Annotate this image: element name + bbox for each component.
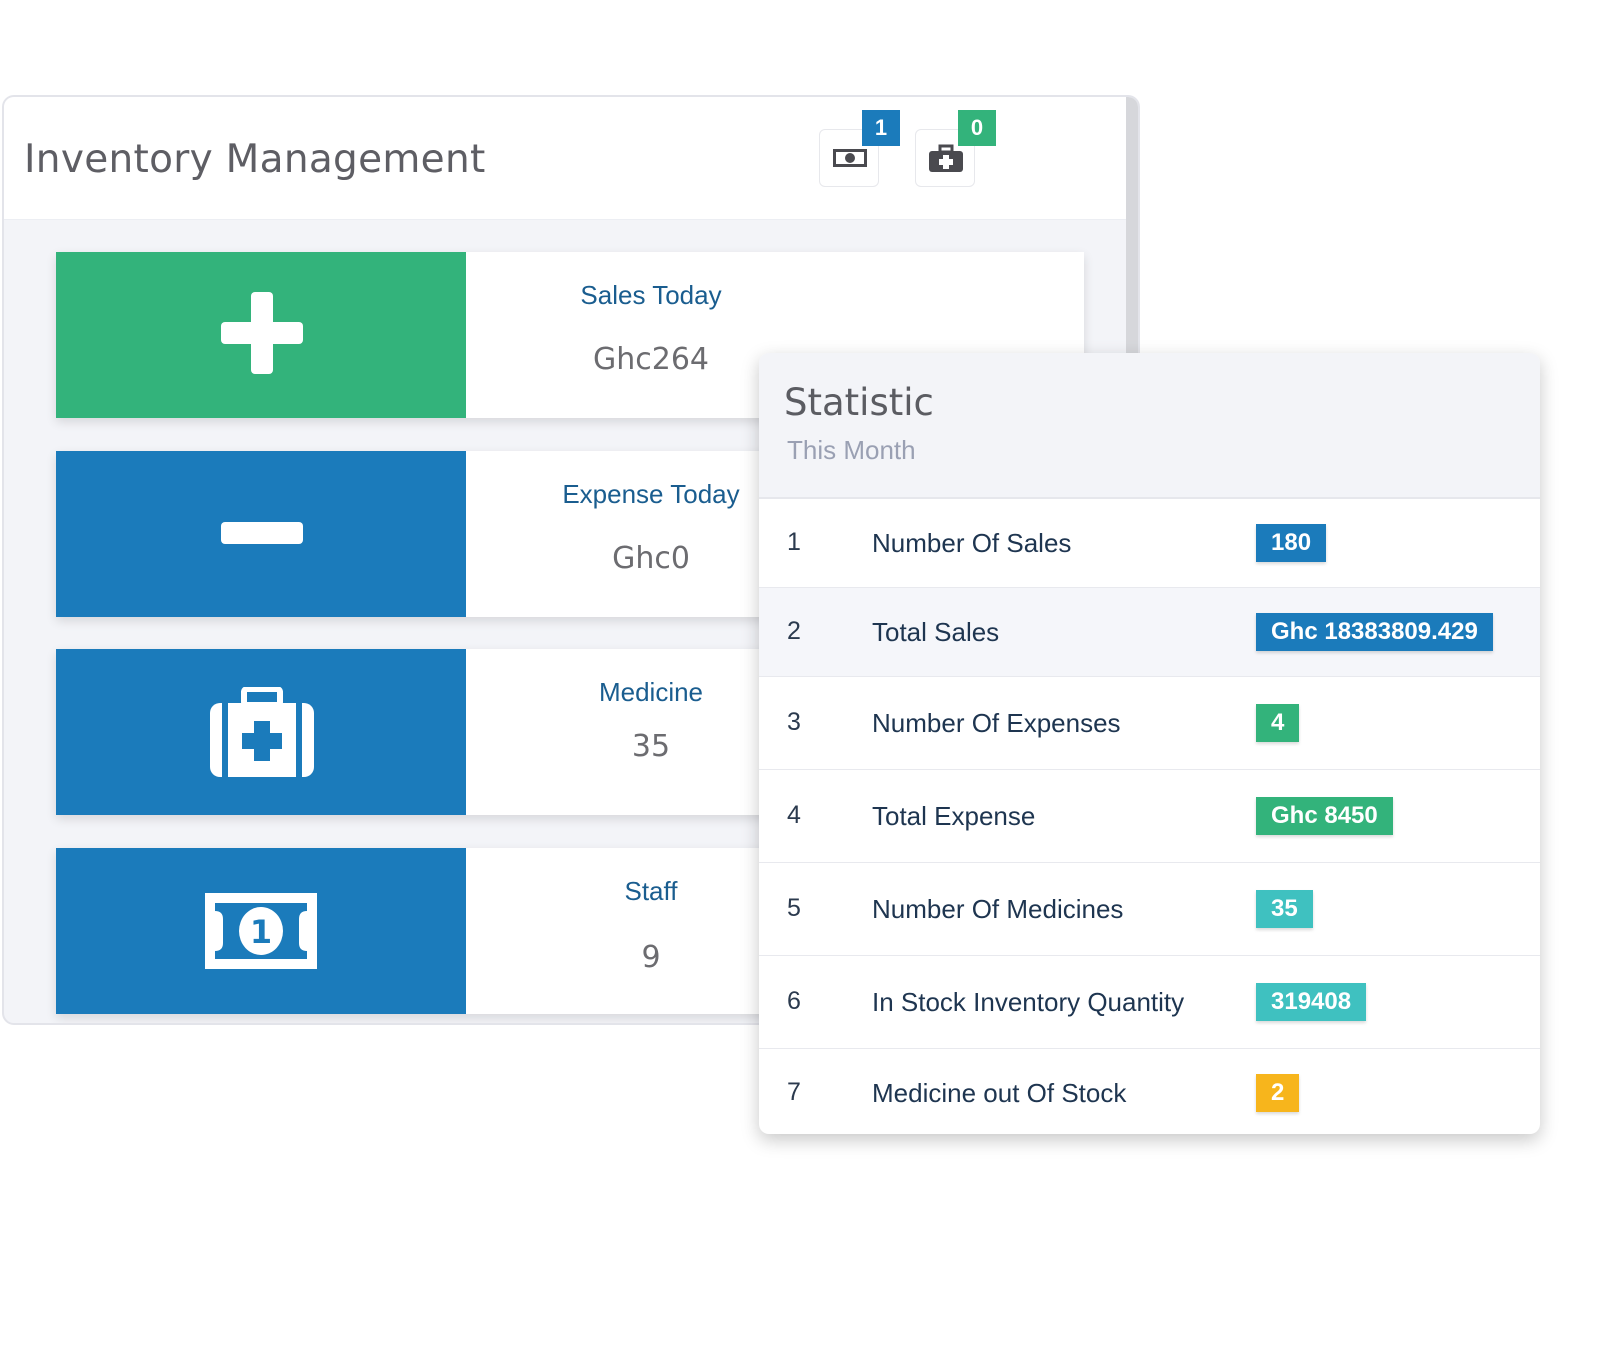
- row-badge: 2: [1256, 1074, 1300, 1112]
- money-icon: 1: [205, 893, 317, 969]
- row-number: 7: [787, 1078, 801, 1106]
- row-label: In Stock Inventory Quantity: [872, 987, 1185, 1017]
- row-badge: Ghc 18383809.429: [1256, 613, 1493, 651]
- row-number: 3: [787, 708, 801, 736]
- plus-icon: [221, 292, 303, 374]
- row-number: 4: [787, 801, 801, 829]
- money-notification-badge: 1: [862, 110, 900, 146]
- table-row: 1 Number Of Sales 180: [759, 499, 1540, 588]
- row-badge: 180: [1256, 524, 1327, 562]
- row-number: 1: [787, 528, 801, 556]
- row-number: 6: [787, 987, 801, 1015]
- row-number: 2: [787, 617, 801, 645]
- money-notification-button[interactable]: 1: [819, 110, 900, 187]
- statistic-header: Statistic This Month: [759, 353, 1540, 499]
- svg-text:1: 1: [250, 913, 272, 951]
- medkit-notification-button[interactable]: 0: [915, 110, 996, 187]
- table-row: 2 Total Sales Ghc 18383809.429: [759, 588, 1540, 677]
- table-row: 6 In Stock Inventory Quantity 319408: [759, 956, 1540, 1049]
- row-badge: 319408: [1256, 983, 1367, 1021]
- row-badge: 35: [1256, 890, 1313, 928]
- sales-today-label: Sales Today: [580, 280, 722, 310]
- table-row: 3 Number Of Expenses 4: [759, 677, 1540, 770]
- row-label: Number Of Sales: [872, 528, 1072, 558]
- statistic-title: Statistic: [784, 381, 934, 424]
- row-label: Total Expense: [872, 801, 1036, 831]
- medicine-icon-box: [56, 649, 466, 815]
- row-number: 5: [787, 894, 801, 922]
- expense-today-icon-box: [56, 451, 466, 617]
- row-badge: 4: [1256, 704, 1300, 742]
- row-label: Number Of Expenses: [872, 708, 1121, 738]
- panel-header: Inventory Management 1 0: [4, 97, 1138, 220]
- money-icon: [833, 149, 867, 167]
- statistic-subtitle: This Month: [787, 435, 916, 465]
- sales-today-icon-box: [56, 252, 466, 418]
- table-row: 4 Total Expense Ghc 8450: [759, 770, 1540, 863]
- staff-icon-box: 1: [56, 848, 466, 1014]
- minus-icon: [221, 522, 303, 544]
- row-badge: Ghc 8450: [1256, 797, 1393, 835]
- table-row: 7 Medicine out Of Stock 2: [759, 1049, 1540, 1134]
- row-label: Number Of Medicines: [872, 894, 1124, 924]
- table-row: 5 Number Of Medicines 35: [759, 863, 1540, 956]
- medkit-icon: [929, 144, 963, 172]
- row-label: Total Sales: [872, 617, 1000, 647]
- statistic-card: Statistic This Month 1 Number Of Sales 1…: [759, 353, 1540, 1134]
- medkit-notification-badge: 0: [958, 110, 996, 146]
- page-title: Inventory Management: [24, 137, 486, 182]
- medkit-icon: [210, 687, 314, 777]
- row-label: Medicine out Of Stock: [872, 1078, 1127, 1108]
